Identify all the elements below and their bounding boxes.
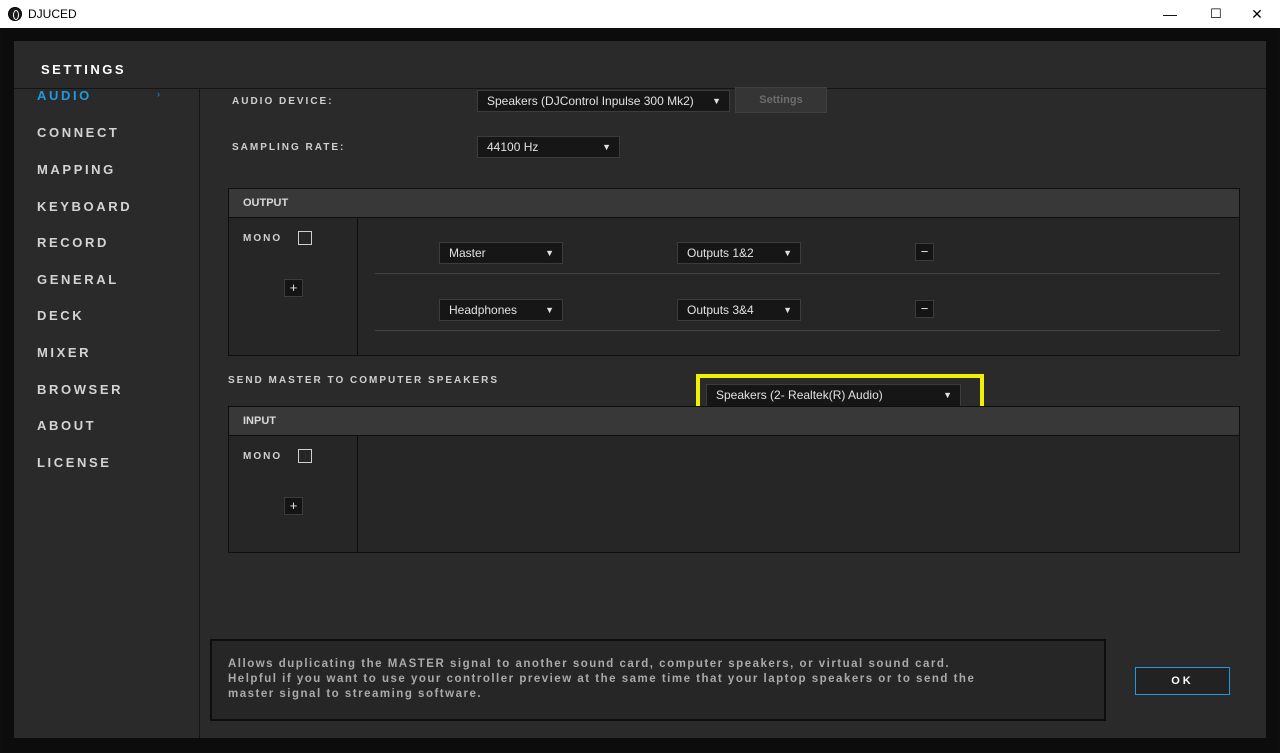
sidebar-item-about[interactable]: ABOUT — [37, 418, 96, 433]
app-window: SETTINGS AUDIO › CONNECT MAPPING KEYBOAR… — [1, 28, 1278, 752]
add-output-button[interactable]: + — [284, 279, 303, 297]
header-divider — [14, 88, 1266, 89]
chevron-right-icon: › — [157, 89, 160, 99]
minimize-button[interactable]: — — [1147, 0, 1193, 28]
title-bar: DJUCED — ☐ ✕ — [0, 0, 1280, 28]
device-settings-button[interactable]: Settings — [735, 87, 827, 113]
info-line: Helpful if you want to use your controll… — [228, 673, 976, 685]
sidebar-item-keyboard[interactable]: KEYBOARD — [37, 199, 132, 214]
send-master-value: Speakers (2- Realtek(R) Audio) — [716, 388, 883, 402]
chevron-down-icon: ▼ — [545, 305, 554, 315]
output-route-2-source-select[interactable]: Headphones ▼ — [439, 299, 563, 321]
settings-dialog: SETTINGS AUDIO › CONNECT MAPPING KEYBOAR… — [14, 41, 1266, 738]
sidebar-item-deck[interactable]: DECK — [37, 308, 84, 323]
sidebar-item-license[interactable]: LICENSE — [37, 455, 112, 470]
info-line: master signal to streaming software. — [228, 688, 483, 700]
sidebar-item-audio[interactable]: AUDIO — [37, 88, 92, 103]
add-input-button[interactable]: + — [284, 497, 303, 515]
sampling-rate-value: 44100 Hz — [487, 140, 539, 154]
input-mono-checkbox[interactable] — [298, 449, 312, 463]
send-master-select[interactable]: Speakers (2- Realtek(R) Audio) ▼ — [706, 384, 961, 407]
chevron-down-icon: ▼ — [712, 96, 721, 106]
sidebar-item-record[interactable]: RECORD — [37, 235, 109, 250]
output-route-2-source-value: Headphones — [449, 303, 518, 317]
sampling-rate-select[interactable]: 44100 Hz ▼ — [477, 136, 620, 158]
output-route-2-target-select[interactable]: Outputs 3&4 ▼ — [677, 299, 801, 321]
chevron-down-icon: ▼ — [783, 305, 792, 315]
info-box: Allows duplicating the MASTER signal to … — [210, 639, 1106, 721]
maximize-button[interactable]: ☐ — [1193, 0, 1239, 28]
djuced-logo-icon — [8, 7, 22, 21]
audio-device-select[interactable]: Speakers (DJControl Inpulse 300 Mk2) ▼ — [477, 90, 730, 112]
input-mono-section: MONO + — [229, 435, 358, 552]
ok-button[interactable]: OK — [1135, 667, 1230, 695]
sidebar-item-connect[interactable]: CONNECT — [37, 125, 119, 140]
output-route-2-target-value: Outputs 3&4 — [687, 303, 754, 317]
sidebar-divider — [199, 88, 200, 738]
sidebar-item-mapping[interactable]: MAPPING — [37, 162, 116, 177]
output-route-1-target-select[interactable]: Outputs 1&2 ▼ — [677, 242, 801, 264]
info-text: Allows duplicating the MASTER signal to … — [228, 657, 1092, 702]
sidebar-item-mixer[interactable]: MIXER — [37, 345, 91, 360]
output-route-1-source-value: Master — [449, 246, 486, 260]
remove-output-route-2-button[interactable]: − — [915, 300, 934, 318]
audio-device-value: Speakers (DJControl Inpulse 300 Mk2) — [487, 94, 694, 108]
output-mono-checkbox[interactable] — [298, 231, 312, 245]
window-title: DJUCED — [28, 7, 77, 21]
output-mono-section: MONO + — [229, 217, 358, 355]
chevron-down-icon: ▼ — [783, 248, 792, 258]
info-line: Allows duplicating the MASTER signal to … — [228, 658, 951, 670]
input-panel-header: INPUT — [229, 407, 1239, 436]
audio-device-label: AUDIO DEVICE: — [232, 96, 334, 107]
page-title: SETTINGS — [41, 62, 127, 77]
chevron-down-icon: ▼ — [545, 248, 554, 258]
output-route-1-source-select[interactable]: Master ▼ — [439, 242, 563, 264]
output-mono-label: MONO — [243, 233, 283, 244]
send-master-label: SEND MASTER TO COMPUTER SPEAKERS — [228, 375, 500, 386]
chevron-down-icon: ▼ — [943, 390, 952, 400]
input-panel: INPUT MONO + — [228, 406, 1240, 553]
output-panel: OUTPUT MONO + Master ▼ Outputs 1&2 ▼ − H… — [228, 188, 1240, 356]
route-divider — [375, 273, 1220, 274]
close-button[interactable]: ✕ — [1234, 0, 1280, 28]
chevron-down-icon: ▼ — [602, 142, 611, 152]
input-mono-label: MONO — [243, 451, 283, 462]
output-panel-header: OUTPUT — [229, 189, 1239, 218]
sampling-rate-label: SAMPLING RATE: — [232, 142, 346, 153]
output-route-1-target-value: Outputs 1&2 — [687, 246, 754, 260]
sidebar-item-browser[interactable]: BROWSER — [37, 382, 123, 397]
remove-output-route-1-button[interactable]: − — [915, 243, 934, 261]
sidebar-item-general[interactable]: GENERAL — [37, 272, 119, 287]
route-divider — [375, 330, 1220, 331]
